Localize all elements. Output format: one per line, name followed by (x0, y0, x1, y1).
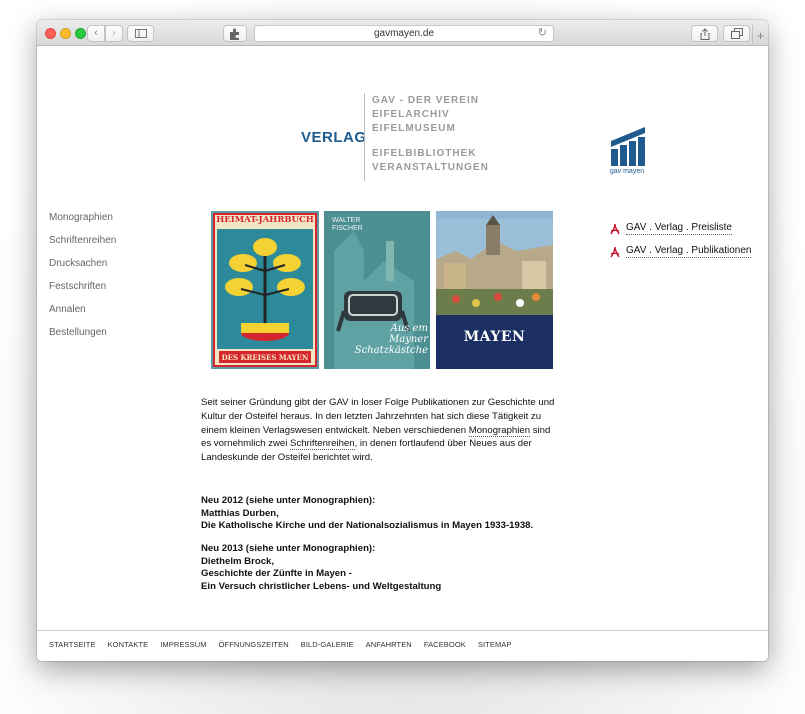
book-cover-mayen: MAYEN (436, 211, 553, 369)
web-page: VERLAG GAV - DER VEREIN EIFELARCHIV EIFE… (37, 47, 768, 661)
sidebar-item-bestellungen[interactable]: Bestellungen (49, 327, 116, 350)
sidebar-item-monographien[interactable]: Monographien (49, 212, 116, 235)
gav-logo[interactable]: gav mayen (605, 125, 649, 177)
link-monographien[interactable]: Monographien (468, 424, 531, 437)
browser-toolbar: ‹ › gavmayen.de ↻ + (37, 20, 768, 46)
sidebar-toggle-button[interactable] (127, 25, 154, 42)
footer-link-bild-galerie[interactable]: BILD-GALERIE (301, 640, 354, 649)
chevron-left-icon: ‹ (94, 27, 98, 39)
news-item-2013: Neu 2013 (siehe unter Monographien): Die… (201, 543, 441, 593)
news-subtitle: Ein Versuch christlicher Lebens- und Wel… (201, 580, 442, 592)
show-tabs-button[interactable] (723, 25, 750, 42)
sidebar-item-drucksachen[interactable]: Drucksachen (49, 258, 116, 281)
footer-link-facebook[interactable]: FACEBOOK (424, 640, 466, 649)
sidebar-item-annalen[interactable]: Annalen (49, 304, 116, 327)
download-publikationen[interactable]: GAV . Verlag . Publikationen (609, 240, 752, 263)
minimize-window-button[interactable] (60, 28, 71, 39)
footer-link-startseite[interactable]: STARTSEITE (49, 640, 96, 649)
footer-navigation: STARTSEITE KONTAKTE IMPRESSUM ÖFFNUNGSZE… (49, 640, 524, 649)
link-schriftenreihen[interactable]: Schriftenreihen (290, 438, 355, 451)
back-button[interactable]: ‹ (87, 25, 105, 42)
footer-link-sitemap[interactable]: SITEMAP (478, 640, 512, 649)
cover3-title: MAYEN (463, 329, 526, 345)
book-cover-heimatjahrbuch: HEIMAT-JAHRBUCH DES KREISES MAYEN (211, 211, 319, 369)
news-heading: Neu 2013 (siehe unter Monographien): (201, 543, 376, 554)
nav-link-eifelarchiv[interactable]: EIFELARCHIV (372, 108, 489, 122)
cover1-subtitle: DES KREISES MAYEN (221, 353, 309, 362)
cover2-author: WALTER FISCHER (332, 217, 363, 232)
download-preisliste[interactable]: GAV . Verlag . Preisliste (609, 217, 751, 240)
nav-link-verein[interactable]: GAV - DER VEREIN (372, 94, 489, 108)
url-text: gavmayen.de (373, 28, 435, 39)
main-navigation: GAV - DER VEREIN EIFELARCHIV EIFELMUSEUM… (372, 94, 489, 175)
news-title: Geschichte der Zünfte in Mayen - (201, 568, 352, 579)
news-heading: Neu 2012 (siehe unter Monographien): (201, 495, 376, 506)
section-title: VERLAG (301, 129, 367, 146)
download-publikationen-label: GAV . Verlag . Publikationen (626, 245, 752, 258)
news-title: Die Katholische Kirche und der Nationals… (201, 520, 534, 531)
pdf-icon (610, 246, 620, 257)
reload-icon[interactable]: ↻ (538, 26, 547, 41)
logo-caption: gav mayen (609, 168, 645, 175)
download-preisliste-label: GAV . Verlag . Preisliste (626, 222, 732, 235)
pdf-icon (610, 223, 620, 234)
book-cover-schatzkaestche: WALTER FISCHER Aus em Mayner Schatzkästc… (324, 211, 430, 369)
sidebar-icon (134, 29, 147, 38)
forward-button[interactable]: › (105, 25, 123, 42)
intro-paragraph: Seit seiner Gründung gibt der GAV in los… (201, 396, 561, 465)
news-author: Matthias Durben, (201, 507, 279, 519)
news-item-2012: Neu 2012 (siehe unter Monographien): Mat… (201, 495, 533, 533)
news-author: Diethelm Brock, (201, 555, 275, 567)
header-divider (364, 93, 365, 181)
nav-link-veranstaltungen[interactable]: VERANSTALTUNGEN (372, 161, 489, 175)
close-window-button[interactable] (45, 28, 56, 39)
download-links: GAV . Verlag . Preisliste GAV . Verlag .… (609, 217, 752, 263)
sidebar-item-schriftenreihen[interactable]: Schriftenreihen (49, 235, 116, 258)
nav-link-eifelmuseum[interactable]: EIFELMUSEUM (372, 122, 489, 136)
tabs-icon (730, 28, 743, 39)
nav-link-eifelbibliothek[interactable]: EIFELBIBLIOTHEK (372, 147, 489, 161)
share-button[interactable] (691, 25, 718, 42)
extension-button[interactable] (223, 25, 247, 42)
footer: STARTSEITE KONTAKTE IMPRESSUM ÖFFNUNGSZE… (37, 630, 768, 661)
sidebar-item-festschriften[interactable]: Festschriften (49, 281, 116, 304)
sidebar-navigation: Monographien Schriftenreihen Drucksachen… (49, 212, 116, 350)
cover1-title: HEIMAT-JAHRBUCH (216, 215, 314, 225)
footer-link-anfahrten[interactable]: ANFAHRTEN (366, 640, 412, 649)
plus-icon: + (756, 28, 765, 43)
share-icon (700, 28, 709, 40)
footer-link-kontakte[interactable]: KONTAKTE (108, 640, 149, 649)
browser-window: ‹ › gavmayen.de ↻ + VERLAG GAV - DER VER… (37, 20, 768, 661)
gav-logo-icon (611, 127, 645, 166)
address-bar[interactable]: gavmayen.de ↻ (254, 25, 554, 42)
cover2-title: Aus em Mayner Schatzkästche (354, 323, 428, 356)
footer-link-oeffnungszeiten[interactable]: ÖFFNUNGSZEITEN (219, 640, 289, 649)
new-tab-button[interactable]: + (752, 25, 768, 46)
puzzle-icon (230, 28, 239, 40)
chevron-right-icon: › (112, 27, 116, 39)
footer-link-impressum[interactable]: IMPRESSUM (160, 640, 206, 649)
zoom-window-button[interactable] (75, 28, 86, 39)
